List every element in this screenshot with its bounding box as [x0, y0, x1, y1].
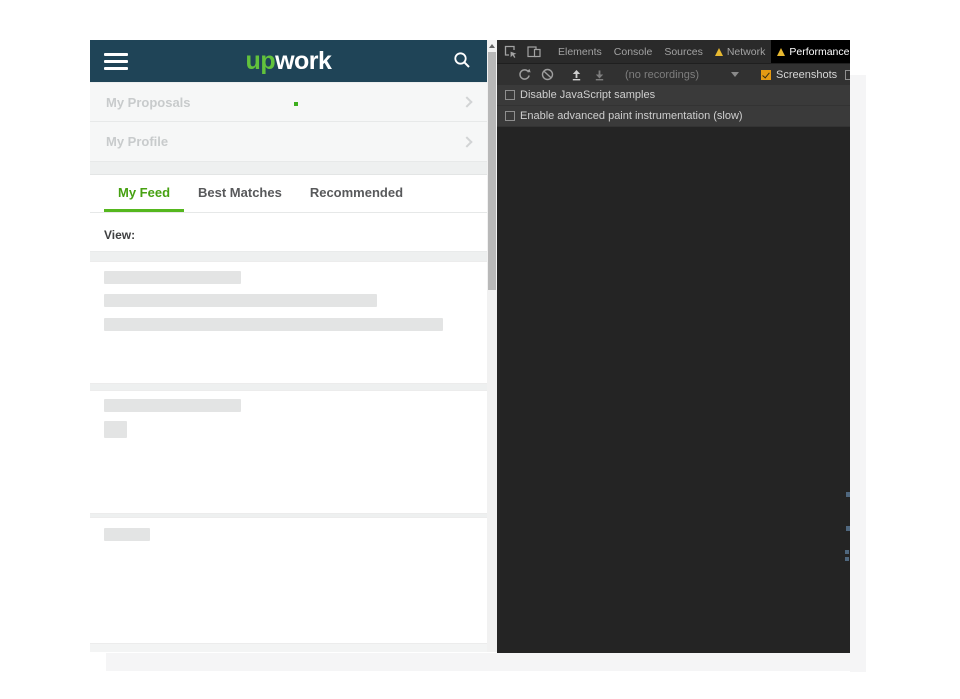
- upwork-logo-up: up: [246, 47, 276, 75]
- save-profile-button[interactable]: [588, 68, 611, 81]
- devtools-tab-sources[interactable]: Sources: [658, 40, 709, 63]
- scrollbar-thumb[interactable]: [488, 52, 496, 290]
- feed-tabs-card: My Feed Best Matches Recommended View:: [90, 174, 487, 252]
- devtools-tab-elements[interactable]: Elements: [552, 40, 608, 63]
- section-gap: [90, 162, 487, 174]
- devtools-tab-label: Network: [727, 46, 766, 58]
- feed-tabs: My Feed Best Matches Recommended: [90, 175, 487, 213]
- menu-item-my-proposals[interactable]: My Proposals: [90, 82, 487, 122]
- screenshot-stage: upwork My Proposals My Profile: [0, 0, 960, 699]
- menu-item-label: My Profile: [106, 134, 168, 149]
- device-toolbar-icon: [527, 45, 541, 58]
- skeleton-bar: [104, 294, 377, 307]
- tab-label: Recommended: [310, 185, 403, 200]
- devtools-tab-label: Performance: [789, 46, 849, 58]
- tab-best-matches[interactable]: Best Matches: [184, 175, 296, 212]
- section-gap: [90, 252, 487, 261]
- tab-my-feed[interactable]: My Feed: [104, 175, 184, 212]
- screenshots-checkbox[interactable]: Screenshots: [761, 69, 837, 81]
- devtools-tabbar: Elements Console Sources Network Perform…: [497, 40, 850, 63]
- upwork-logo-work: work: [275, 47, 331, 75]
- skeleton-bar: [104, 528, 150, 541]
- warning-icon: [715, 48, 723, 56]
- chevron-right-icon: [461, 96, 472, 107]
- clear-icon: [541, 68, 554, 81]
- loading-spinner-dot: [294, 102, 298, 106]
- tab-recommended[interactable]: Recommended: [296, 175, 417, 212]
- skeleton-bar: [104, 271, 241, 284]
- inspect-cursor-icon: [504, 45, 517, 58]
- chevron-right-icon: [461, 136, 472, 147]
- upwork-logo[interactable]: upwork: [90, 47, 487, 76]
- checkbox-unchecked-icon: [505, 111, 515, 121]
- reload-icon: [518, 68, 531, 81]
- job-card-skeleton: [90, 390, 487, 514]
- advanced-paint-instrumentation-checkbox[interactable]: Enable advanced paint instrumentation (s…: [497, 106, 850, 127]
- devtools-tab-label: Console: [614, 46, 653, 58]
- view-label: View:: [104, 228, 135, 242]
- clear-recordings-button[interactable]: [536, 68, 559, 81]
- clipped-render-artifact: [845, 550, 849, 554]
- load-profile-button[interactable]: [565, 68, 588, 81]
- tab-label: My Feed: [118, 185, 170, 200]
- skeleton-bar: [104, 318, 443, 331]
- devtools-tab-console[interactable]: Console: [608, 40, 659, 63]
- download-arrow-icon: [593, 68, 606, 81]
- devtools-panel: Elements Console Sources Network Perform…: [497, 40, 850, 653]
- screenshots-label: Screenshots: [776, 69, 837, 81]
- tab-label: Best Matches: [198, 185, 282, 200]
- skeleton-bar: [104, 399, 241, 412]
- view-filter-row: View:: [90, 213, 487, 252]
- performance-empty-panel: [497, 127, 850, 653]
- scrollbar-up-button[interactable]: [487, 40, 497, 52]
- job-card-skeleton: [90, 261, 487, 384]
- disable-js-samples-checkbox[interactable]: Disable JavaScript samples: [497, 85, 850, 106]
- setting-label: Enable advanced paint instrumentation (s…: [520, 110, 743, 122]
- devtools-tab-label: Sources: [664, 46, 703, 58]
- window-edge-strip: [850, 75, 866, 672]
- checkbox-checked-icon: [761, 70, 771, 80]
- page-scrollbar[interactable]: [487, 40, 497, 652]
- devtools-tab-network[interactable]: Network: [709, 40, 772, 63]
- upload-arrow-icon: [570, 68, 583, 81]
- reload-and-record-button[interactable]: [513, 68, 536, 81]
- device-toolbar-button[interactable]: [522, 40, 546, 63]
- performance-toolbar: (no recordings) Screenshots Memory: [497, 63, 850, 85]
- warning-icon: [777, 48, 785, 56]
- search-icon[interactable]: [453, 51, 471, 69]
- upwork-header: upwork: [90, 40, 487, 82]
- devtools-tab-label: Elements: [558, 46, 602, 58]
- menu-item-my-profile[interactable]: My Profile: [90, 122, 487, 162]
- recordings-dropdown-value[interactable]: (no recordings): [625, 69, 699, 81]
- window-bottom-strip: [106, 653, 866, 671]
- skeleton-bar: [104, 421, 127, 438]
- menu-item-label: My Proposals: [106, 95, 191, 110]
- setting-label: Disable JavaScript samples: [520, 89, 655, 101]
- clipped-render-artifact: [845, 557, 849, 561]
- performance-settings: Disable JavaScript samples Enable advanc…: [497, 85, 850, 127]
- upwork-mobile-page: upwork My Proposals My Profile: [90, 40, 487, 652]
- inspect-element-button[interactable]: [497, 40, 522, 63]
- job-card-skeleton: [90, 517, 487, 644]
- dropdown-caret-icon[interactable]: [731, 72, 739, 77]
- upwork-menu: My Proposals My Profile: [90, 82, 487, 162]
- scroll-up-arrow-icon: [489, 44, 495, 48]
- devtools-tab-performance[interactable]: Performance: [771, 40, 850, 63]
- checkbox-unchecked-icon: [505, 90, 515, 100]
